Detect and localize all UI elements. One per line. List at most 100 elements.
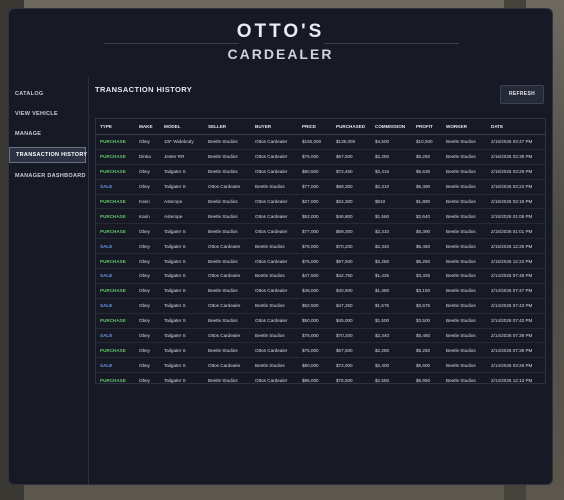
cell-buyer: Ottos Cardealer	[251, 208, 298, 225]
column-header-purchased[interactable]: PURCHASED	[332, 119, 371, 135]
cell-commission: $1,560	[371, 208, 412, 225]
cell-model: Tailgater S	[160, 313, 204, 329]
table-row[interactable]: PURCHASE Obey Tailgater S Beetle Studios Ott…	[96, 164, 545, 180]
cell-type: PURCHASE	[96, 283, 135, 299]
column-header-make[interactable]: MAKE	[135, 119, 160, 135]
cell-type: PURCHASE	[96, 342, 135, 359]
cell-seller: Ottos Cardealer	[204, 179, 251, 195]
table-row[interactable]: PURCHASE Dinka Jester RR Beetle Studios Otto…	[96, 149, 545, 165]
cell-seller: Beetle Studios	[204, 134, 251, 150]
table-row[interactable]: PURCHASE Karin Asterope Beetle Studios Ottos…	[96, 208, 545, 225]
table-row[interactable]: PURCHASE Obey Tailgater S Beetle Studios Ott…	[96, 342, 545, 359]
cell-make: Obey	[135, 298, 160, 314]
column-header-type[interactable]: TYPE	[96, 119, 135, 135]
cell-purchased: $70,200	[332, 238, 371, 255]
main-content: TRANSACTION HISTORY REFRESH TYPE MAKE MO…	[95, 85, 546, 476]
column-header-worker[interactable]: WORKER	[442, 119, 487, 135]
cell-price: $85,000	[298, 372, 332, 383]
cell-date: 2/14/2026 07:39 PM	[487, 342, 545, 359]
sidebar-item-catalog[interactable]: CATALOG	[9, 87, 88, 101]
cell-type: SALE	[96, 268, 135, 284]
cell-profit: $5,950	[412, 372, 442, 383]
table-row[interactable]: PURCHASE Obey Tailgater S Beetle Studios Ott…	[96, 253, 545, 270]
cell-profit: $5,600	[412, 357, 442, 374]
cell-worker: Beetle Studios	[442, 238, 487, 255]
cell-buyer: Ottos Cardealer	[251, 313, 298, 329]
cell-profit: $3,325	[412, 268, 442, 284]
cell-model: Tailgater S	[160, 268, 204, 284]
cell-make: Karin	[135, 208, 160, 225]
cell-make: Obey	[135, 313, 160, 329]
sidebar-item-view-vehicle[interactable]: VIEW VEHICLE	[9, 107, 88, 121]
sidebar: CATALOG VIEW VEHICLE MANAGE TRANSACTION …	[9, 77, 89, 484]
cell-model: Jester RR	[160, 149, 204, 165]
cell-date: 2/14/2026 07:39 PM	[487, 328, 545, 344]
cell-seller: Beetle Studios	[204, 253, 251, 270]
cell-purchased: $46,800	[332, 208, 371, 225]
column-header-commission[interactable]: COMMISSION	[371, 119, 412, 135]
table-row[interactable]: SALE Obey Tailgater S Ottos Cardealer Beetle…	[96, 328, 545, 344]
cell-worker: Beetle Studios	[442, 179, 487, 195]
cell-seller: Beetle Studios	[204, 313, 251, 329]
cell-worker: Beetle Studios	[442, 298, 487, 314]
column-header-price[interactable]: PRICE	[298, 119, 332, 135]
cell-date: 2/16/2026 03:39 PM	[487, 149, 545, 165]
table-row[interactable]: PURCHASE Obey 10F Widebody Beetle Studios Ot…	[96, 134, 545, 150]
column-header-date[interactable]: DATE	[487, 119, 545, 135]
table-row[interactable]: PURCHASE Obey Tailgater S Beetle Studios Ott…	[96, 313, 545, 329]
cell-commission: $1,425	[371, 268, 412, 284]
cell-purchased: $40,500	[332, 283, 371, 299]
cell-seller: Ottos Cardealer	[204, 298, 251, 314]
cell-buyer: Ottos Cardealer	[251, 149, 298, 165]
table-row[interactable]: PURCHASE Obey Tailgater S Beetle Studios Ott…	[96, 283, 545, 299]
cell-profit: $5,390	[412, 223, 442, 240]
cell-profit: $3,150	[412, 283, 442, 299]
cell-commission: $2,250	[371, 342, 412, 359]
sidebar-item-manager-dashboard[interactable]: MANAGER DASHBOARD	[9, 169, 88, 183]
table-row[interactable]: PURCHASE Obey Tailgater S Beetle Studios Ott…	[96, 223, 545, 240]
cell-make: Obey	[135, 328, 160, 344]
table-row[interactable]: SALE Obey Tailgater S Ottos Cardealer Beetle…	[96, 238, 545, 255]
refresh-button[interactable]: REFRESH	[500, 85, 544, 104]
cell-seller: Ottos Cardealer	[204, 328, 251, 344]
cell-seller: Beetle Studios	[204, 194, 251, 210]
cell-buyer: Ottos Cardealer	[251, 283, 298, 299]
column-header-profit[interactable]: PROFIT	[412, 119, 442, 135]
cell-commission: $2,550	[371, 372, 412, 383]
cell-date: 2/16/2026 03:19 PM	[487, 194, 545, 210]
cell-profit: $5,460	[412, 328, 442, 344]
cell-date: 2/16/2026 03:23 PM	[487, 179, 545, 195]
cell-worker: Beetle Studios	[442, 328, 487, 344]
table-row[interactable]: SALE Obey Tailgater S Ottos Cardealer Beetle…	[96, 357, 545, 374]
sidebar-item-transaction-history[interactable]: TRANSACTION HISTORY	[9, 147, 87, 163]
table-row[interactable]: SALE Obey Tailgater S Ottos Cardealer Beetle…	[96, 268, 545, 284]
cell-purchased: $135,000	[332, 134, 371, 150]
cell-commission: $2,250	[371, 149, 412, 165]
cell-make: Obey	[135, 357, 160, 374]
table-row[interactable]: PURCHASE Karin Asterope Beetle Studios Ottos…	[96, 194, 545, 210]
sidebar-item-manage[interactable]: MANAGE	[9, 127, 88, 141]
cell-buyer: Beetle Studios	[251, 357, 298, 374]
cell-commission: $2,415	[371, 164, 412, 180]
cell-date: 2/15/2026 01:01 PM	[487, 223, 545, 240]
table-row[interactable]: PURCHASE Obey Tailgater S Beetle Studios Ott…	[96, 372, 545, 383]
cell-make: Obey	[135, 268, 160, 284]
table-row[interactable]: SALE Obey Tailgater S Ottos Cardealer Beetle…	[96, 179, 545, 195]
cell-type: SALE	[96, 357, 135, 374]
cell-profit: $10,500	[412, 134, 442, 150]
column-header-model[interactable]: MODEL	[160, 119, 204, 135]
transaction-table-container[interactable]: TYPE MAKE MODEL SELLER BUYER PRICE PURCH…	[95, 118, 546, 384]
cell-make: Obey	[135, 164, 160, 180]
cell-buyer: Beetle Studios	[251, 179, 298, 195]
column-header-seller[interactable]: SELLER	[204, 119, 251, 135]
cell-price: $80,500	[298, 164, 332, 180]
cell-model: Asterope	[160, 208, 204, 225]
column-header-buyer[interactable]: BUYER	[251, 119, 298, 135]
cell-purchased: $76,500	[332, 372, 371, 383]
cell-seller: Ottos Cardealer	[204, 238, 251, 255]
table-row[interactable]: SALE Obey Tailgater S Ottos Cardealer Beetle…	[96, 298, 545, 314]
cell-commission: $2,340	[371, 328, 412, 344]
cell-type: SALE	[96, 238, 135, 255]
cell-worker: Beetle Studios	[442, 208, 487, 225]
cell-date: 2/14/2026 03:26 PM	[487, 357, 545, 374]
